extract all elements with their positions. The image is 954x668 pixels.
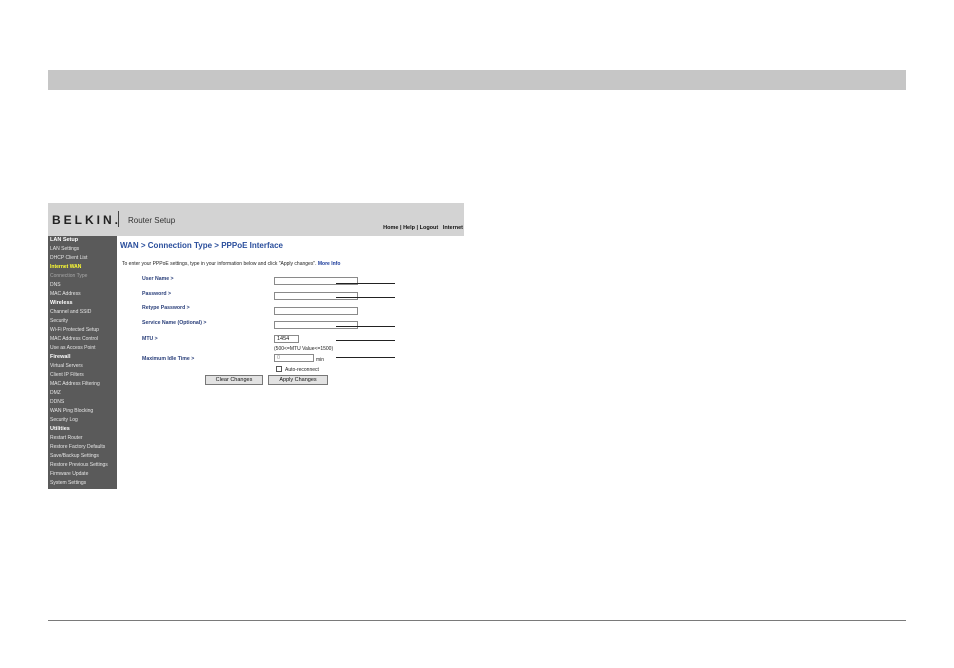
sidebar-item-firmware-update[interactable]: Firmware Update [50, 472, 88, 477]
brand-logo: BELKIN. [52, 213, 121, 227]
retype-password-label: Retype Password > [142, 305, 190, 311]
help-link[interactable]: Help [403, 225, 415, 231]
sidebar-heading-utilities: Utilities [50, 426, 70, 432]
auto-reconnect-checkbox[interactable] [276, 366, 282, 372]
footer-rule [48, 620, 906, 621]
sidebar-heading-lan-setup: LAN Setup [50, 237, 79, 243]
auto-reconnect-label: Auto-reconnect [285, 367, 319, 373]
sidebar-item-mac-address[interactable]: MAC Address [50, 292, 81, 297]
retype-password-input[interactable] [274, 307, 358, 315]
idle-time-unit: min [316, 357, 325, 363]
sidebar-item-client-ip-filters[interactable]: Client IP Filters [50, 373, 84, 378]
sidebar-nav: LAN Setup LAN Settings DHCP Client List … [48, 236, 117, 489]
sidebar-item-mac-address-control[interactable]: MAC Address Control [50, 337, 98, 342]
idle-time-label: Maximum Idle Time > [142, 356, 195, 362]
app-title: Router Setup [128, 216, 176, 225]
password-input[interactable] [274, 292, 358, 300]
sidebar-item-dns[interactable]: DNS [50, 283, 61, 288]
callout-line [336, 340, 395, 341]
sidebar-item-access-point[interactable]: Use as Access Point [50, 346, 96, 351]
sidebar-item-connection-type[interactable]: Connection Type [50, 274, 87, 279]
sidebar-item-restore-factory-defaults[interactable]: Restore Factory Defaults [50, 445, 105, 450]
sidebar-heading-wireless: Wireless [50, 300, 73, 306]
sidebar-item-system-settings[interactable]: System Settings [50, 481, 86, 486]
sidebar-item-internet-wan[interactable]: Internet WAN [50, 265, 81, 270]
sidebar-item-wps[interactable]: Wi-Fi Protected Setup [50, 328, 99, 333]
user-name-label: User Name > [142, 276, 174, 282]
sidebar-item-virtual-servers[interactable]: Virtual Servers [50, 364, 83, 369]
sidebar-item-restore-previous-settings[interactable]: Restore Previous Settings [50, 463, 108, 468]
mtu-range-note: (500<=MTU Value<=1500) [274, 346, 334, 352]
sidebar-item-security-log[interactable]: Security Log [50, 418, 78, 423]
idle-time-input[interactable] [274, 354, 314, 362]
home-link[interactable]: Home [383, 225, 398, 231]
more-info-link[interactable]: More Info [318, 261, 341, 267]
link-separator: | [416, 225, 419, 231]
sidebar-heading-firewall: Firewall [50, 354, 71, 360]
intro-instructions: To enter your PPPoE settings, type in yo… [122, 261, 317, 267]
top-bar [48, 70, 906, 90]
callout-line [336, 357, 395, 358]
intro-text: To enter your PPPoE settings, type in yo… [122, 261, 340, 267]
clear-changes-button[interactable]: Clear Changes [205, 375, 263, 385]
sidebar-item-lan-settings[interactable]: LAN Settings [50, 247, 79, 252]
logo-divider [118, 211, 119, 227]
service-name-label: Service Name (Optional) > [142, 320, 207, 326]
callout-line [336, 297, 395, 298]
sidebar-item-mac-filtering[interactable]: MAC Address Filtering [50, 382, 100, 387]
mtu-input[interactable] [274, 335, 299, 343]
sidebar-item-dhcp-client-list[interactable]: DHCP Client List [50, 256, 87, 261]
sidebar-item-save-backup-settings[interactable]: Save/Backup Settings [50, 454, 99, 459]
sidebar-item-security[interactable]: Security [50, 319, 68, 324]
sidebar-item-wan-ping-blocking[interactable]: WAN Ping Blocking [50, 409, 93, 414]
router-header: BELKIN. Router Setup Home | Help | Logou… [48, 203, 464, 236]
service-name-input[interactable] [274, 321, 358, 329]
logout-link[interactable]: Logout [420, 225, 439, 231]
page-title: WAN > Connection Type > PPPoE Interface [120, 241, 283, 250]
header-links: Home | Help | Logout Internet [383, 225, 463, 231]
sidebar-item-dmz[interactable]: DMZ [50, 391, 61, 396]
sidebar-item-ddns[interactable]: DDNS [50, 400, 64, 405]
callout-line [336, 326, 395, 327]
internet-status-link[interactable]: Internet [443, 225, 463, 231]
callout-line [336, 283, 395, 284]
router-setup-screenshot: BELKIN. Router Setup Home | Help | Logou… [48, 203, 464, 489]
link-separator: | [399, 225, 402, 231]
sidebar-item-restart-router[interactable]: Restart Router [50, 436, 83, 441]
mtu-label: MTU > [142, 336, 158, 342]
sidebar-item-channel-ssid[interactable]: Channel and SSID [50, 310, 91, 315]
apply-changes-button[interactable]: Apply Changes [268, 375, 328, 385]
password-label: Password > [142, 291, 171, 297]
